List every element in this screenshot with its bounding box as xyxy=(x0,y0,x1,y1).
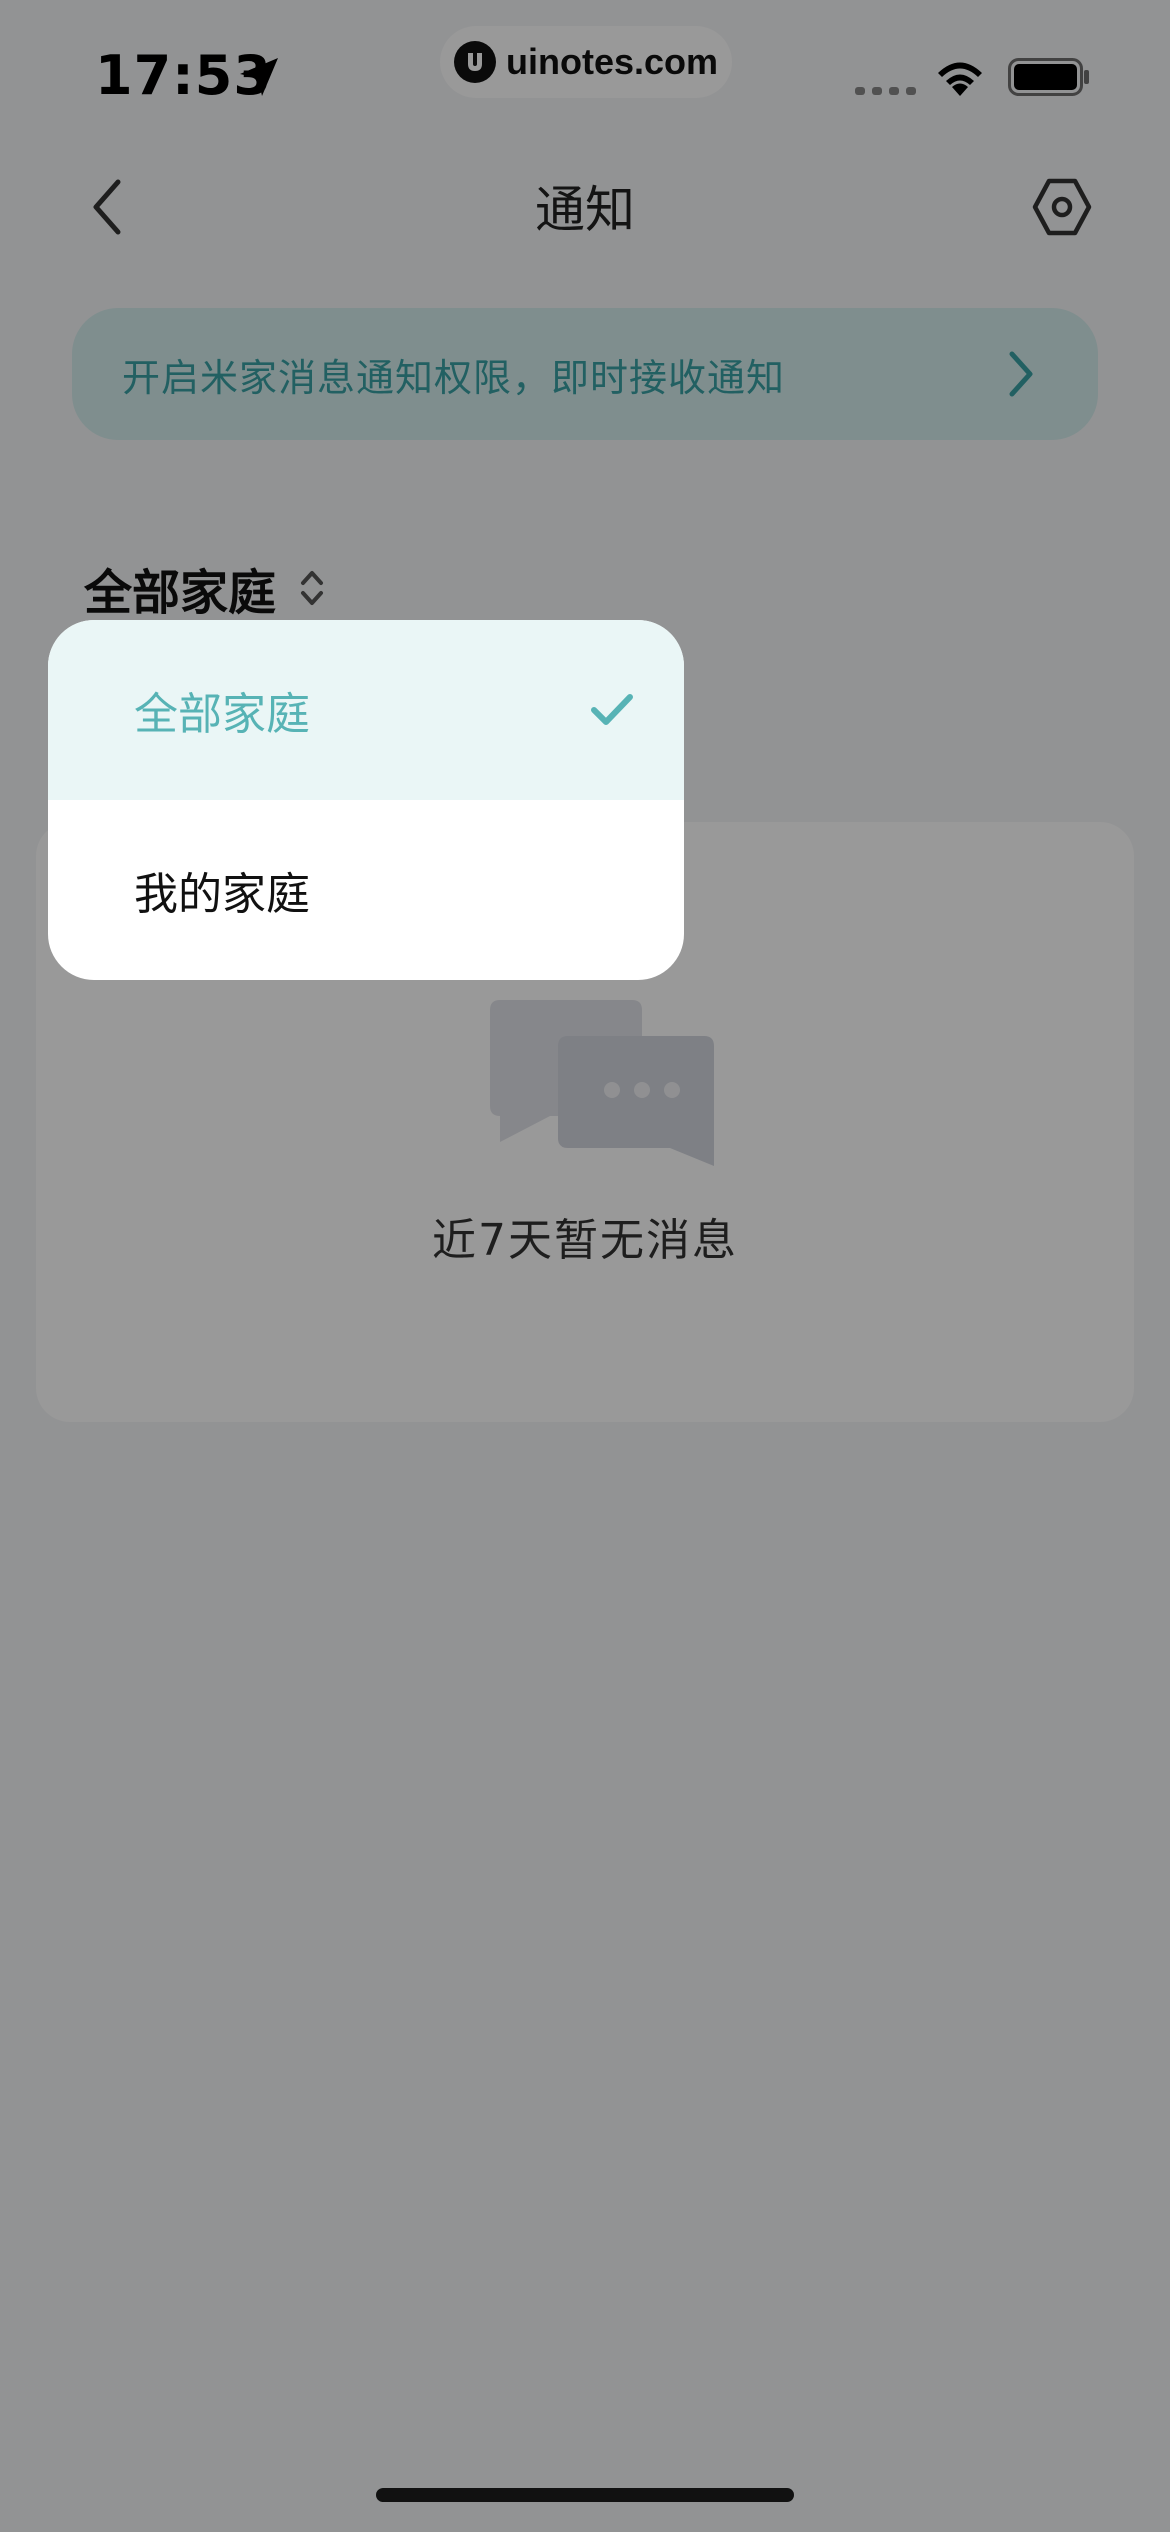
checkmark-icon xyxy=(591,694,633,725)
dropdown-item-all-families[interactable]: 全部家庭 xyxy=(48,620,684,800)
dropdown-item-my-family[interactable]: 我的家庭 xyxy=(48,800,684,980)
dim-overlay[interactable] xyxy=(0,0,1170,2532)
home-indicator[interactable] xyxy=(376,2488,794,2502)
dropdown-item-label: 全部家庭 xyxy=(134,689,310,740)
dropdown-item-label: 我的家庭 xyxy=(134,869,310,920)
family-dropdown-menu: 全部家庭 我的家庭 xyxy=(48,620,684,980)
notifications-screen: 17:53 uinotes.com 通知 开启米家消息通知权限，即时接收通知 全… xyxy=(0,0,1170,2532)
